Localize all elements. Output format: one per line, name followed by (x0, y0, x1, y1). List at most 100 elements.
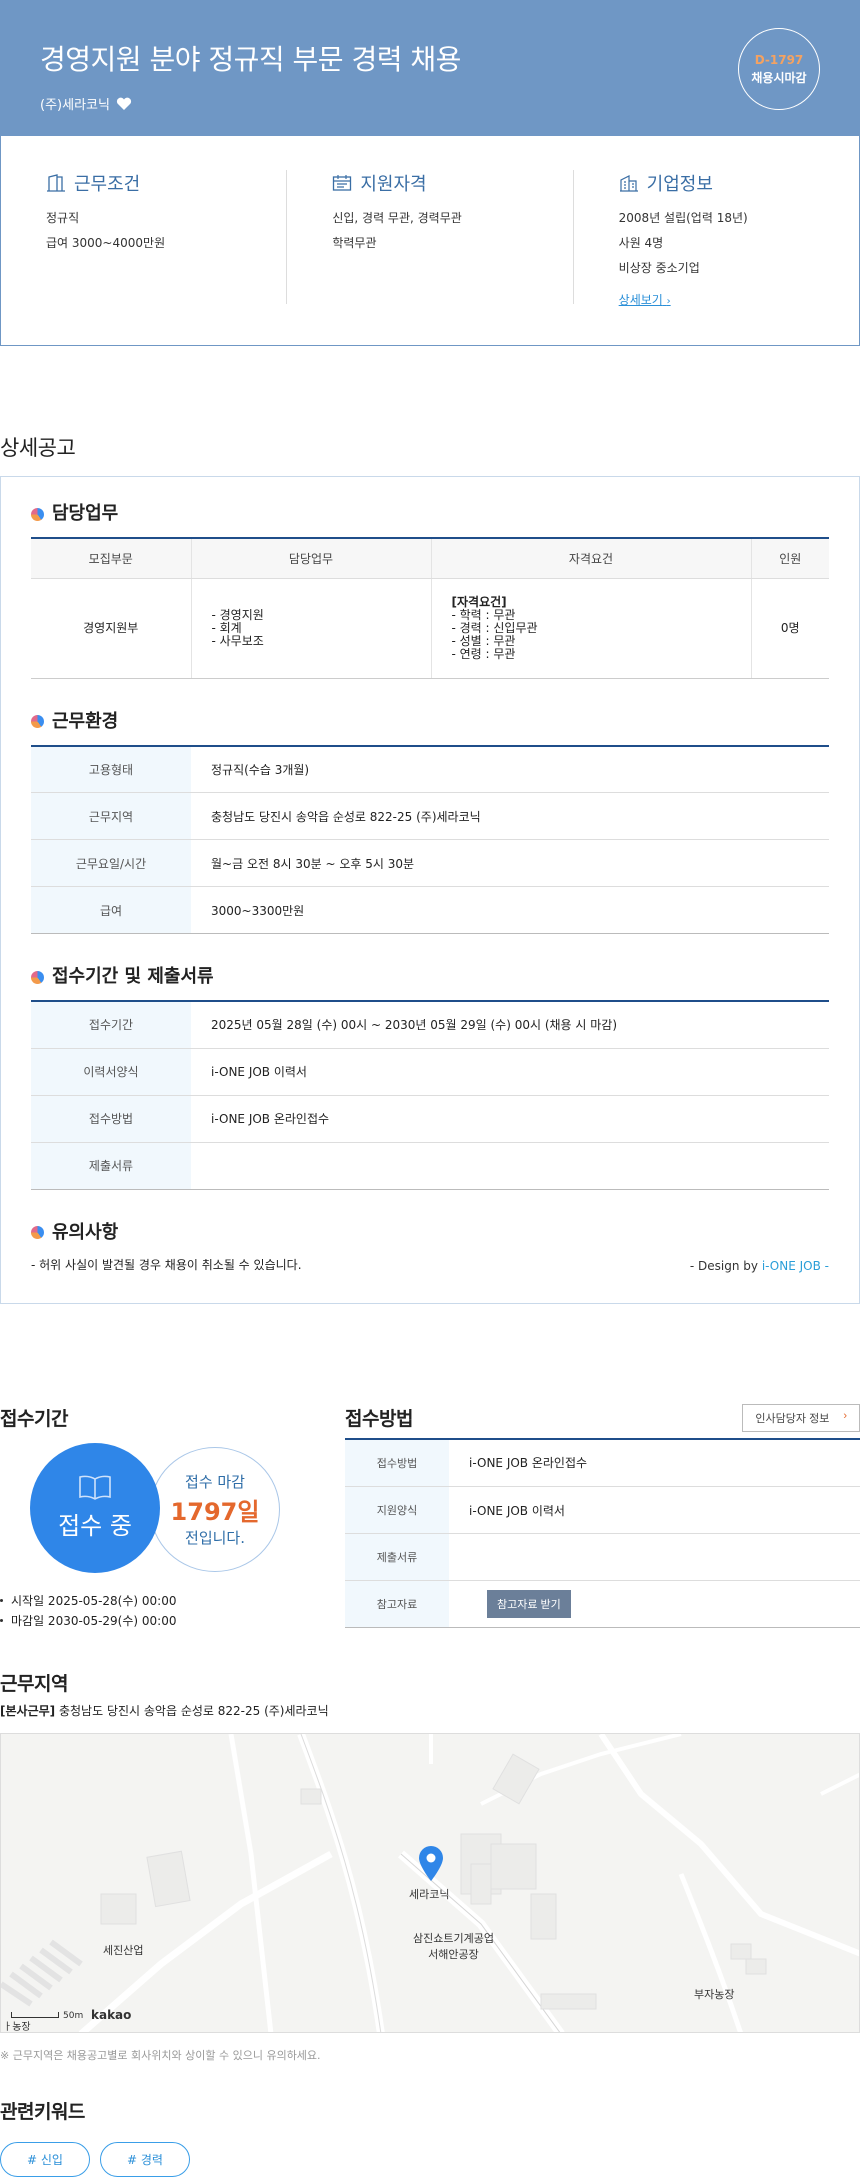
bullet-dot-icon (31, 970, 44, 984)
company-name[interactable]: (주)세라코닉 (40, 94, 110, 113)
map-pin-icon[interactable] (418, 1845, 444, 1882)
keywords-title: 관련키워드 (0, 2100, 85, 2123)
period-dates: 시작일 2025-05-28(수) 00:00 마감일 2030-05-29(수… (0, 1591, 345, 1631)
keywords-section: 관련키워드 # 신입 # 경력 (0, 2097, 860, 2177)
detail-section-title: 상세공고 (0, 436, 76, 460)
dday-badge: D-1797 채용시마감 (738, 28, 820, 110)
map-label-edge: ㅏ농장 (3, 2021, 31, 2033)
job-title: 경영지원 분야 정규직 부문 경력 채용 (40, 43, 461, 76)
summary-company-title: 기업정보 (619, 170, 814, 196)
method-panel: 접수방법 인사담당자 정보 › 접수방법 i-ONE JOB 온라인접수 지원양식… (345, 1403, 860, 1631)
map-scale-label: 50m (63, 2010, 84, 2021)
page: 경영지원 분야 정규직 부문 경력 채용 (주)세라코닉 D-1797 채용시마… (0, 0, 860, 2177)
summary-work-line: 급여 3000~4000만원 (46, 236, 166, 250)
table-row: 고용형태 정규직(수습 3개월) (31, 745, 829, 793)
company-detail-link[interactable]: 상세보기 › (619, 291, 671, 308)
apply-heading: 접수기간 및 제출서류 (31, 962, 829, 988)
period-method-row: 접수기간 접수 중 접수 마감 1797일 전입니다. 시작일 2025-05-… (0, 1403, 860, 1631)
location-title: 근무지역 (0, 1672, 68, 1695)
method-table: 접수방법 i-ONE JOB 온라인접수 지원양식 i-ONE JOB 이력서 제출… (345, 1439, 860, 1628)
map-label-c: 부자농장 (694, 1987, 735, 2001)
deadline-suffix: 전입니다. (185, 1528, 245, 1547)
job-header: 경영지원 분야 정규직 부문 경력 채용 (주)세라코닉 D-1797 채용시마… (0, 0, 860, 136)
chevron-right-icon: › (666, 296, 671, 307)
duty-heading: 담당업무 (31, 499, 829, 525)
map-label-b: 삼진쇼트기계공업 서해안공장 (413, 1931, 494, 1961)
table-row: 참고자료 참고자료 받기 (345, 1580, 860, 1628)
summary-qual-line: 학력무관 (332, 236, 377, 250)
summary-qual-line: 신입, 경력 무관, 경력무관 (332, 211, 462, 225)
bullet-dot-icon (31, 715, 44, 728)
notice-heading: 유의사항 (31, 1218, 829, 1244)
end-date: 마감일 2030-05-29(수) 00:00 (0, 1611, 345, 1631)
design-credit: - Design by i-ONE JOB - (689, 1258, 829, 1273)
table-row: 이력서양식 i-ONE JOB 이력서 (31, 1048, 829, 1096)
deadline-days: 1797일 (170, 1497, 260, 1526)
duty-tasks: - 경영지원 - 회계 - 사무보조 (190, 578, 431, 679)
duty-reqs: [자격요건] - 학력 : 무관 - 경력 : 신입무관 - 성별 : 무관 -… (430, 578, 751, 679)
bullet-dot-icon (31, 507, 44, 521)
map-label-main: 세라코닉 (409, 1887, 450, 1901)
summary-qual-title: 지원자격 (332, 170, 527, 196)
deadline-label: 접수 마감 (185, 1472, 245, 1491)
hr-info-button[interactable]: 인사담당자 정보 › (742, 1403, 860, 1432)
summary-work-title: 근무조건 (46, 170, 241, 196)
apply-table: 접수기간 2025년 05월 28일 (수) 00시 ~ 2030년 05월 29… (31, 1000, 829, 1190)
period-panel: 접수기간 접수 중 접수 마감 1797일 전입니다. 시작일 2025-05-… (0, 1404, 345, 1631)
summary-company-line: 사원 4명 (618, 236, 664, 250)
summary-work-line: 정규직 (46, 211, 80, 225)
period-title: 접수기간 (0, 1407, 68, 1430)
summary-company: 기업정보 2008년 설립(업력 18년) 사원 4명 비상장 중소기업 상세보… (574, 170, 859, 307)
table-row: 지원양식 i-ONE JOB 이력서 (345, 1486, 860, 1534)
dday-label: 채용시마감 (751, 70, 807, 85)
company-line: (주)세라코닉 (40, 94, 820, 113)
method-title: 접수방법 (345, 1408, 413, 1430)
summary-company-line: 2008년 설립(업력 18년) (618, 211, 748, 225)
deadline-circle: 접수 마감 1797일 전입니다. (150, 1446, 280, 1572)
building-icon (619, 175, 638, 192)
map-scale-bar (11, 2011, 59, 2018)
keyword-tag[interactable]: # 신입 (0, 2141, 90, 2177)
table-row: 급여 3000~3300만원 (31, 886, 829, 934)
table-row: 접수방법 i-ONE JOB 온라인접수 (31, 1095, 829, 1143)
env-table: 고용형태 정규직(수습 3개월) 근무지역 충청남도 당진시 송악읍 순성로 822… (31, 744, 829, 934)
table-row: 접수기간 2025년 05월 28일 (수) 00시 ~ 2030년 05월 29… (31, 1001, 829, 1049)
table-row: 근무지역 충청남도 당진시 송악읍 순성로 822-25 (주)세라코닉 (31, 792, 829, 840)
table-row: 제출서류 (345, 1533, 860, 1581)
keyword-tag[interactable]: # 경력 (99, 2141, 190, 2177)
summary-work: 근무조건 정규직 급여 3000~4000만원 (1, 170, 288, 304)
dday-count: D-1797 (754, 52, 804, 67)
env-heading: 근무환경 (31, 707, 829, 733)
bullet-dot-icon (31, 1226, 44, 1239)
door-icon (47, 174, 65, 192)
duty-count: 0명 (750, 578, 829, 679)
book-icon (79, 1475, 111, 1500)
summary-box: 근무조건 정규직 급여 3000~4000만원 지원자격 신입, 경력 무관, … (0, 136, 860, 346)
duty-dept: 경영지원부 (31, 578, 191, 679)
method-header: 접수방법 인사담당자 정보 › (345, 1403, 860, 1440)
summary-qual: 지원자격 신입, 경력 무관, 경력무관 학력무관 (287, 170, 574, 304)
table-row: 제출서류 (31, 1142, 829, 1190)
location-section: 근무지역 [본사근무] 충청남도 당진시 송악읍 순성로 822-25 (주)세… (0, 1669, 860, 2063)
duty-header: 담당업무 (190, 538, 431, 579)
status-label: 접수 중 (58, 1512, 132, 1540)
detail-box: 담당업무 모집부문 담당업무 자격요건 인원 경영지원부 - 경영지원 - 회계… (0, 476, 860, 1304)
kakao-logo: kakao (91, 2007, 132, 2022)
chevron-right-icon: › (843, 1409, 847, 1422)
heart-icon[interactable] (116, 97, 132, 111)
location-address: [본사근무] 충청남도 당진시 송악읍 순성로 822-25 (주)세라코닉 (0, 1703, 329, 1718)
map-label-a: 세진산업 (103, 1943, 144, 1957)
download-reference-button[interactable]: 참고자료 받기 (487, 1590, 571, 1618)
status-circle: 접수 중 (30, 1442, 160, 1573)
summary-company-line: 비상장 중소기업 (618, 261, 700, 275)
location-note: ※ 근무지역은 채용공고별로 회사위치와 상이할 수 있으니 유의하세요. (0, 2048, 321, 2062)
period-circles: 접수 중 접수 마감 1797일 전입니다. (0, 1442, 345, 1583)
table-row: 근무요일/시간 월~금 오전 8시 30분 ~ 오후 5시 30분 (31, 839, 829, 887)
map[interactable]: 세라코닉 세진산업 삼진쇼트기계공업 서해안공장 부자농장 ㅏ농장 50m kak… (0, 1732, 860, 2033)
table-row: 경영지원부 - 경영지원 - 회계 - 사무보조 [자격요건] - 학력 : 무… (31, 578, 829, 679)
keyword-tags: # 신입 # 경력 (0, 2141, 860, 2177)
duty-header: 모집부문 (31, 538, 191, 579)
duty-header: 자격요건 (430, 538, 751, 579)
duty-header: 인원 (750, 538, 829, 579)
calendar-icon (333, 175, 352, 191)
